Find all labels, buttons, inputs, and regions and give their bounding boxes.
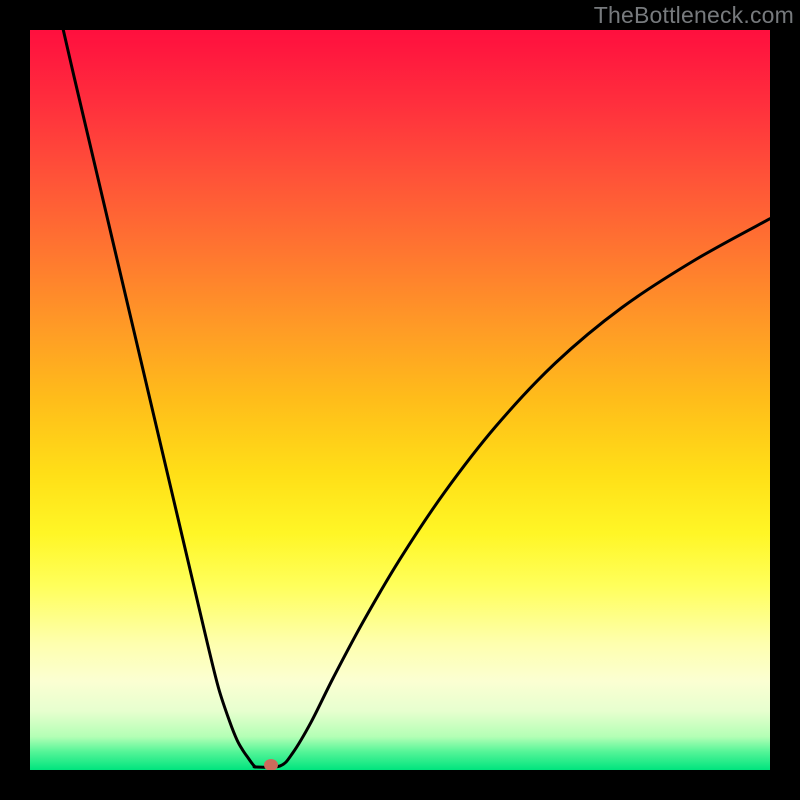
chart-frame: TheBottleneck.com (0, 0, 800, 800)
bottleneck-curve (63, 30, 770, 767)
curve-layer (30, 30, 770, 770)
plot-area (30, 30, 770, 770)
watermark-text: TheBottleneck.com (594, 2, 794, 29)
minimum-marker (264, 759, 278, 770)
